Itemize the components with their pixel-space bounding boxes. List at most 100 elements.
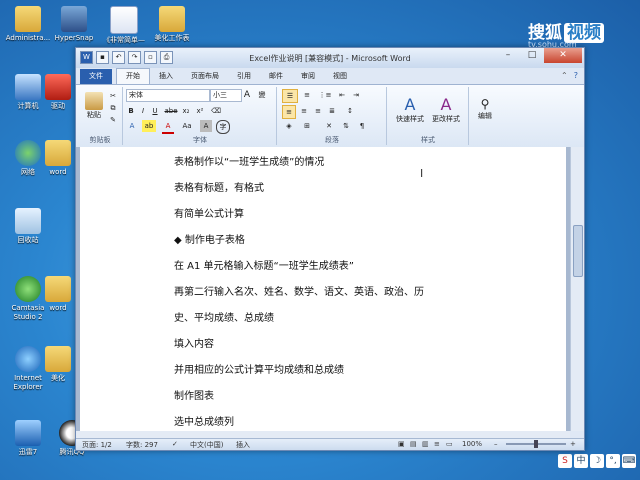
- zoom-out-icon[interactable]: –: [494, 440, 498, 448]
- zoom-slider-knob[interactable]: [534, 440, 538, 448]
- decrease-indent-icon[interactable]: ⇤: [336, 89, 348, 101]
- view-web-icon[interactable]: ▥: [422, 440, 429, 448]
- borders-icon[interactable]: ⊞: [300, 120, 314, 132]
- tab-file[interactable]: 文件: [80, 69, 112, 84]
- paragraph-6[interactable]: 再第二行输入名次、姓名、数学、语文、英语、政治、历: [174, 283, 424, 298]
- tab-page-layout[interactable]: 页面布局: [182, 69, 228, 84]
- minimize-button[interactable]: –: [496, 48, 520, 63]
- ime-icon[interactable]: 中: [574, 454, 588, 468]
- shading-icon[interactable]: ◈: [282, 120, 296, 132]
- phonetic-guide-button[interactable]: 變: [256, 89, 268, 101]
- help-icon[interactable]: ?: [574, 71, 578, 80]
- font-color-button[interactable]: A: [162, 120, 174, 134]
- grow-font-button[interactable]: A: [242, 89, 252, 101]
- change-styles-button[interactable]: A 更改样式: [428, 89, 464, 129]
- zoom-in-icon[interactable]: +: [570, 440, 576, 448]
- font-name-select[interactable]: 宋体: [126, 89, 210, 102]
- paragraph-9[interactable]: 并用相应的公式计算平均成绩和总成绩: [174, 361, 344, 376]
- editing-button[interactable]: ⚲ 编辑: [472, 89, 498, 129]
- tab-references[interactable]: 引用: [228, 69, 260, 84]
- tab-home[interactable]: 开始: [116, 68, 150, 84]
- font-size-select[interactable]: 小三: [210, 89, 242, 102]
- line-spacing-icon[interactable]: ↕: [344, 105, 356, 117]
- align-left-icon[interactable]: ≡: [282, 105, 296, 119]
- desktop-icon-hypersnap[interactable]: HyperSnap: [46, 6, 102, 43]
- ribbon-tabs: 文件 开始 插入 页面布局 引用 邮件 审阅 视图 ⌃ ?: [76, 68, 584, 84]
- view-outline-icon[interactable]: ≡: [434, 440, 440, 448]
- paragraph-7[interactable]: 史、平均成绩、总成绩: [174, 309, 274, 324]
- enclose-char-icon[interactable]: 字: [216, 120, 230, 134]
- tab-review[interactable]: 审阅: [292, 69, 324, 84]
- document-page[interactable]: 表格制作以“一班学生成绩”的情况 表格有标题，有格式 有简单公式计算 ◆ 制作电…: [80, 147, 566, 431]
- tab-insert[interactable]: 插入: [150, 69, 182, 84]
- copy-icon[interactable]: ⧉: [108, 103, 118, 113]
- paragraph-3[interactable]: 有简单公式计算: [174, 205, 244, 220]
- desktop-icon-driver[interactable]: 驱动: [38, 74, 78, 111]
- page-count[interactable]: 页面: 1/2: [82, 440, 112, 450]
- subscript-button[interactable]: x₂: [180, 105, 192, 117]
- paragraph-1[interactable]: 表格制作以“一班学生成绩”的情况: [174, 153, 324, 168]
- editing-group: ⚲ 编辑: [470, 87, 500, 145]
- italic-button[interactable]: I: [138, 105, 148, 117]
- view-draft-icon[interactable]: ▭: [446, 440, 453, 448]
- close-button[interactable]: ✕: [544, 48, 582, 63]
- desktop-icon-beautify-sheet[interactable]: 美化工作表: [144, 6, 200, 43]
- numbering-icon[interactable]: ≡: [300, 89, 314, 101]
- tab-mailings[interactable]: 邮件: [260, 69, 292, 84]
- bold-button[interactable]: B: [126, 105, 136, 117]
- align-right-icon[interactable]: ≡: [312, 105, 324, 117]
- view-print-layout-icon[interactable]: ▣: [398, 440, 405, 448]
- multilevel-list-icon[interactable]: ⋮≡: [318, 89, 332, 101]
- moon-icon[interactable]: ☽: [590, 454, 604, 468]
- bullets-icon[interactable]: ☰: [282, 89, 298, 103]
- tab-view[interactable]: 视图: [324, 69, 356, 84]
- scroll-thumb[interactable]: [573, 225, 583, 277]
- proofing-icon[interactable]: ✓: [172, 440, 178, 448]
- zoom-slider[interactable]: [506, 440, 566, 448]
- paste-icon: [85, 92, 103, 110]
- clear-format-icon[interactable]: ⌫: [210, 105, 222, 117]
- ribbon-home: 粘贴 ✂ ⧉ ✎ 剪贴板 宋体 小三 A 變 B I U abe x₂ x² ⌫…: [76, 84, 584, 148]
- desktop-icon-label: 回收站: [17, 236, 39, 244]
- justify-icon[interactable]: ≣: [326, 105, 338, 117]
- sogou-icon[interactable]: S: [558, 454, 572, 468]
- cut-icon[interactable]: ✂: [108, 91, 118, 101]
- change-styles-label: 更改样式: [432, 114, 460, 123]
- keyboard-icon[interactable]: ⌨: [622, 454, 636, 468]
- language[interactable]: 中文(中国): [190, 440, 223, 450]
- word-count[interactable]: 字数: 297: [126, 440, 158, 450]
- vertical-scrollbar[interactable]: [570, 147, 584, 431]
- paragraph-5[interactable]: 在 A1 单元格输入标题“一班学生成绩表”: [174, 257, 354, 272]
- format-painter-icon[interactable]: ✎: [108, 115, 118, 125]
- paragraph-8[interactable]: 填入内容: [174, 335, 214, 350]
- view-fullscreen-icon[interactable]: ▤: [410, 440, 417, 448]
- superscript-button[interactable]: x²: [194, 105, 206, 117]
- quick-styles-button[interactable]: A 快速样式: [392, 89, 428, 129]
- strikethrough-button[interactable]: abe: [164, 105, 178, 117]
- punctuation-icon[interactable]: °,: [606, 454, 620, 468]
- asian-layout-icon[interactable]: ✕: [322, 120, 336, 132]
- highlight-icon[interactable]: ab: [142, 120, 156, 132]
- underline-button[interactable]: U: [150, 105, 160, 117]
- paragraph-11[interactable]: 选中总成绩列: [174, 413, 234, 428]
- align-center-icon[interactable]: ≡: [298, 105, 310, 117]
- desktop-icon-word-folder-2[interactable]: word: [38, 276, 78, 313]
- paste-button[interactable]: 粘贴: [82, 89, 106, 123]
- increase-indent-icon[interactable]: ⇥: [350, 89, 362, 101]
- paragraph-10[interactable]: 制作图表: [174, 387, 214, 402]
- desktop-icon-beautify[interactable]: 美化: [38, 346, 78, 383]
- text-effects-icon[interactable]: A: [126, 120, 138, 132]
- paragraph-2[interactable]: 表格有标题，有格式: [174, 179, 264, 194]
- paragraph-4[interactable]: ◆ 制作电子表格: [174, 231, 245, 246]
- desktop-icon-recycle-bin[interactable]: 回收站: [0, 208, 56, 245]
- desktop-icon-word-folder[interactable]: word: [38, 140, 78, 177]
- zoom-level[interactable]: 100%: [462, 440, 482, 448]
- change-case-button[interactable]: Aa: [180, 120, 194, 132]
- sort-icon[interactable]: ⇅: [340, 120, 352, 132]
- insert-mode[interactable]: 插入: [236, 440, 250, 450]
- title-bar[interactable]: W ▪ ↶ ↷ ▫ ⎙ Excel作业说明 [兼容模式] - Microsoft…: [76, 48, 584, 68]
- char-shading-icon[interactable]: A: [200, 120, 212, 132]
- ribbon-collapse-icon[interactable]: ⌃: [561, 71, 568, 80]
- show-marks-icon[interactable]: ¶: [356, 120, 368, 132]
- maximize-button[interactable]: □: [520, 48, 544, 63]
